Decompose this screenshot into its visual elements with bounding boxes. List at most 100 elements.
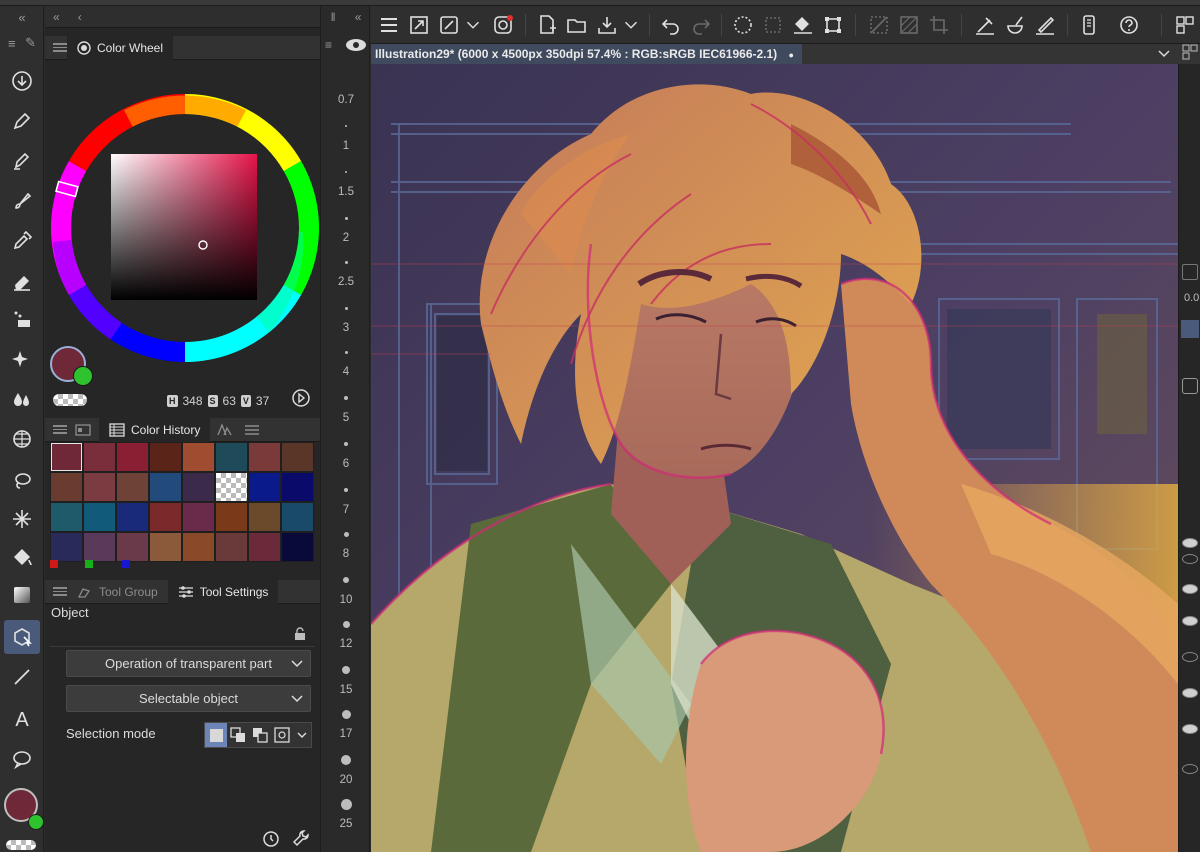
- gradient-tool-icon[interactable]: [4, 578, 40, 612]
- brush-size-dot[interactable]: [342, 620, 350, 628]
- tool-settings-menu-icon[interactable]: [53, 587, 67, 596]
- undo-button[interactable]: [657, 12, 685, 38]
- color-history-swatch[interactable]: [83, 442, 116, 472]
- object-tool-icon[interactable]: [4, 620, 40, 654]
- auto-select-tool-icon[interactable]: [4, 502, 40, 536]
- tab-intermediate-color[interactable]: [210, 418, 238, 442]
- collapse-panel-icon[interactable]: «: [53, 10, 60, 24]
- document-tab[interactable]: Illustration29* (6000 x 4500px 350dpi 57…: [371, 44, 802, 64]
- brush-size-dot[interactable]: [344, 306, 348, 310]
- crop-button[interactable]: [925, 12, 953, 38]
- canvas[interactable]: [371, 64, 1178, 852]
- color-history-swatch[interactable]: [50, 502, 83, 532]
- eye-icon[interactable]: [1182, 652, 1198, 662]
- brush-size-dot[interactable]: [343, 531, 349, 537]
- quick-access-dropdown[interactable]: [463, 12, 483, 38]
- brush-size-label[interactable]: 2.5: [321, 276, 371, 288]
- pen-mini-icon[interactable]: ✎: [25, 35, 36, 51]
- brush-size-label[interactable]: 5: [321, 412, 371, 424]
- color-history-swatch[interactable]: [116, 502, 149, 532]
- tab-approximate-color[interactable]: [238, 418, 266, 442]
- color-history-swatch[interactable]: [281, 532, 314, 562]
- transparent-part-dropdown[interactable]: Operation of transparent part: [66, 650, 311, 677]
- brush-size-dot[interactable]: [344, 396, 348, 400]
- selection-mode-more[interactable]: [293, 723, 311, 747]
- color-history-swatch[interactable]: [116, 472, 149, 502]
- redo-button[interactable]: [687, 12, 715, 38]
- clear-inside-button[interactable]: [895, 12, 923, 38]
- brush-size-label[interactable]: 0.7: [321, 94, 371, 106]
- ruler-menu-icon[interactable]: ≡: [325, 38, 332, 52]
- main-menu-button[interactable]: [375, 12, 403, 38]
- eyedropper-icon[interactable]: [1181, 320, 1199, 338]
- color-wheel[interactable]: [49, 92, 321, 364]
- link-toggle-icon[interactable]: [345, 38, 367, 52]
- text-tool-icon[interactable]: A: [4, 702, 40, 736]
- transform-button[interactable]: [819, 12, 847, 38]
- color-history-swatch[interactable]: [149, 442, 182, 472]
- brush-size-dot[interactable]: [344, 350, 348, 354]
- brush-size-label[interactable]: 20: [321, 774, 371, 786]
- sparkle-tool-icon[interactable]: [4, 342, 40, 376]
- collapse-icon[interactable]: «: [355, 10, 362, 24]
- layer-checkbox[interactable]: [1182, 264, 1198, 280]
- decoration-tool-icon[interactable]: [4, 302, 40, 336]
- pencil-tool-icon[interactable]: [4, 144, 40, 178]
- brush-size-label[interactable]: 1: [321, 140, 371, 152]
- eye-icon[interactable]: [1182, 688, 1198, 698]
- brush-size-label[interactable]: 8: [321, 548, 371, 560]
- transparent-color-chip[interactable]: [6, 840, 36, 850]
- tab-tool-group[interactable]: Tool Group: [67, 580, 168, 604]
- color-history-swatch[interactable]: [149, 502, 182, 532]
- color-history-swatch[interactable]: [50, 442, 83, 472]
- select-all-button[interactable]: [729, 12, 757, 38]
- wrench-icon[interactable]: [291, 828, 311, 848]
- brush-size-label[interactable]: 2: [321, 232, 371, 244]
- layer-thumb[interactable]: [1182, 378, 1198, 394]
- pen-tool-icon[interactable]: [4, 104, 40, 138]
- brush-size-label[interactable]: 15: [321, 684, 371, 696]
- brush-size-label[interactable]: 12: [321, 638, 371, 650]
- panel-layout-button[interactable]: [1171, 12, 1199, 38]
- brush-size-dot[interactable]: [344, 216, 348, 220]
- opacity-field[interactable]: 0.0: [1184, 292, 1199, 304]
- new-file-button[interactable]: [533, 12, 561, 38]
- brush-clean-button[interactable]: [1001, 12, 1029, 38]
- brush-size-dot[interactable]: [344, 260, 348, 264]
- color-history-swatch[interactable]: [281, 472, 314, 502]
- menu-icon[interactable]: ≡: [8, 36, 16, 51]
- brush-size-label[interactable]: 6: [321, 458, 371, 470]
- pen-pressure-button[interactable]: [1031, 12, 1059, 38]
- blend-tool-icon[interactable]: [4, 382, 40, 416]
- color-history-swatch[interactable]: [116, 442, 149, 472]
- fill-button[interactable]: [789, 12, 817, 38]
- panel-sub-color[interactable]: [73, 366, 93, 386]
- color-history-swatch[interactable]: [83, 472, 116, 502]
- tab-color-set[interactable]: [67, 418, 99, 442]
- color-history-swatch[interactable]: [215, 502, 248, 532]
- fill-tool-icon[interactable]: [4, 540, 40, 574]
- color-history-swatch[interactable]: [281, 442, 314, 472]
- eye-icon[interactable]: [1182, 724, 1198, 734]
- collapse-left-icon[interactable]: «: [0, 6, 44, 28]
- color-history-swatch[interactable]: [215, 442, 248, 472]
- brush-size-dot[interactable]: [345, 125, 347, 127]
- eraser-tool-icon[interactable]: [4, 264, 40, 298]
- selection-mode-toggle-button[interactable]: [271, 723, 293, 747]
- brush-size-dot[interactable]: [342, 666, 350, 674]
- brush-size-dot[interactable]: [340, 798, 352, 810]
- deselect-button[interactable]: [759, 12, 787, 38]
- companion-button[interactable]: [489, 12, 517, 38]
- eye-icon[interactable]: [1182, 554, 1198, 564]
- tab-color-history[interactable]: Color History: [99, 417, 211, 442]
- brush-size-label[interactable]: 3: [321, 322, 371, 334]
- open-file-button[interactable]: [563, 12, 591, 38]
- selection-mode-new-button[interactable]: [205, 723, 227, 747]
- save-button[interactable]: [593, 12, 621, 38]
- chevron-down-icon[interactable]: [1157, 47, 1171, 61]
- download-icon[interactable]: [4, 64, 40, 98]
- history-menu-icon[interactable]: [53, 425, 67, 434]
- brush-size-label[interactable]: 1.5: [321, 186, 371, 198]
- chevron-left-icon[interactable]: ‹: [78, 10, 82, 24]
- brush-size-dot[interactable]: [344, 488, 348, 492]
